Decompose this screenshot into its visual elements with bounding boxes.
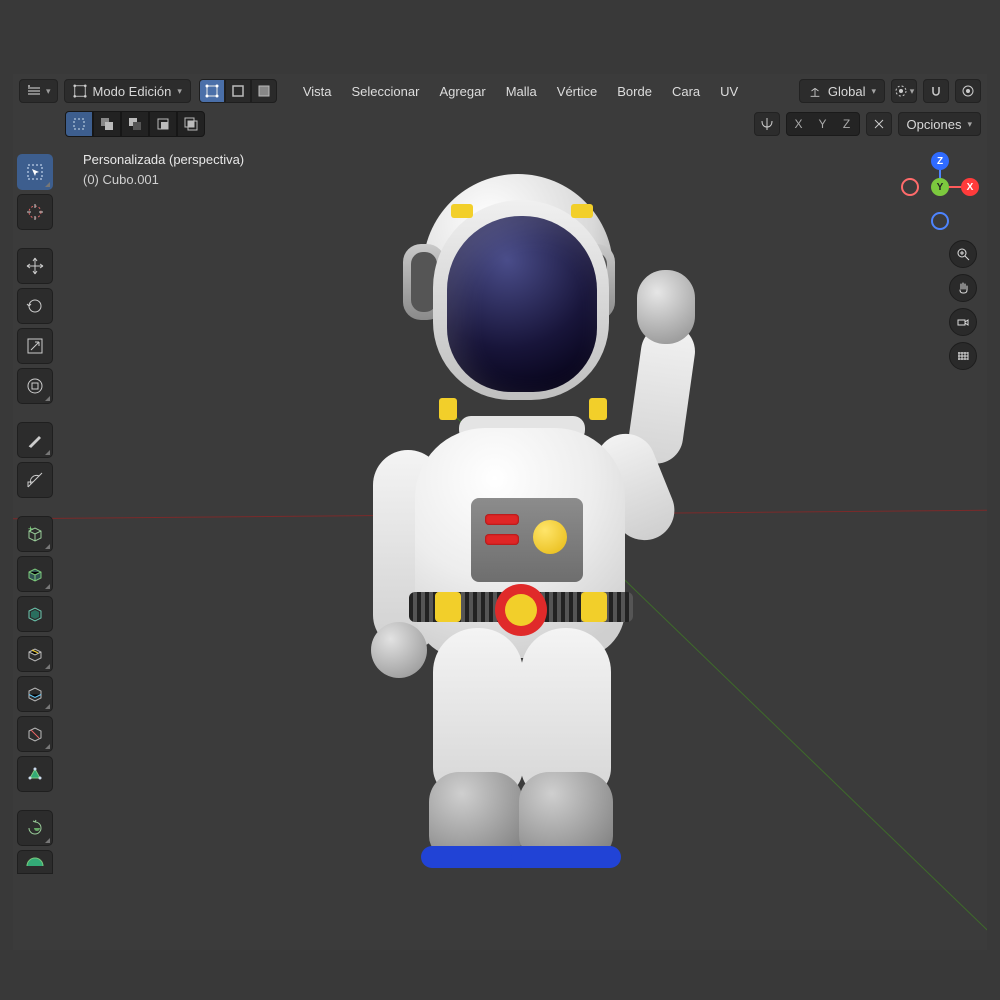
symmetry-z[interactable]: Z (835, 113, 859, 135)
gizmo-axis-neg-z[interactable] (931, 212, 949, 230)
select-tool-modes (65, 111, 205, 137)
select-invert-icon[interactable] (149, 111, 177, 137)
select-mode-edge[interactable] (225, 79, 251, 103)
3d-viewport-area: ▾ Modo Edición ▾ Vista Seleccionar Agreg… (13, 74, 987, 950)
gizmo-axis-y[interactable]: Y (931, 178, 949, 196)
editor-type-button[interactable]: ▾ (19, 79, 58, 103)
menu-vertex[interactable]: Vértice (547, 80, 607, 103)
menu-uv[interactable]: UV (710, 80, 748, 103)
tool-poly-build[interactable] (17, 756, 53, 792)
chest-panel (471, 498, 583, 582)
options-dropdown[interactable]: Opciones ▾ (898, 112, 981, 136)
mesh-symmetry-axes: X Y Z (786, 112, 860, 136)
auto-merge-icon[interactable] (866, 112, 892, 136)
tool-smooth[interactable] (17, 850, 53, 874)
window-top-band (0, 0, 1000, 74)
viewport-menu: Vista Seleccionar Agregar Malla Vértice … (293, 80, 748, 103)
perspective-toggle-icon[interactable] (949, 342, 977, 370)
viewport-header: ▾ Modo Edición ▾ Vista Seleccionar Agreg… (13, 74, 987, 108)
scene-object-astronaut[interactable] (313, 174, 713, 884)
orientation-label: Global (828, 84, 866, 99)
options-label: Opciones (907, 117, 962, 132)
viewport[interactable] (13, 74, 987, 950)
select-new-icon[interactable] (65, 111, 93, 137)
mesh-symmetry-icon[interactable] (754, 112, 780, 136)
pan-icon[interactable] (949, 274, 977, 302)
menu-edge[interactable]: Borde (607, 80, 662, 103)
tool-select-box[interactable] (17, 154, 53, 190)
tool-measure[interactable] (17, 462, 53, 498)
tool-spin[interactable] (17, 810, 53, 846)
snap-toggle[interactable] (923, 79, 949, 103)
select-mode-vertex[interactable] (199, 79, 225, 103)
tool-annotate[interactable] (17, 422, 53, 458)
view-name: Personalizada (perspectiva) (83, 150, 244, 170)
symmetry-x[interactable]: X (787, 113, 811, 135)
select-mode-face[interactable] (251, 79, 277, 103)
gizmo-axis-z[interactable]: Z (931, 152, 949, 170)
tool-bevel[interactable] (17, 636, 53, 672)
tool-add-cube[interactable]: + (17, 516, 53, 552)
tool-extrude-region[interactable] (17, 556, 53, 592)
tool-knife[interactable] (17, 716, 53, 752)
svg-text:+: + (28, 524, 33, 534)
menu-select[interactable]: Seleccionar (342, 80, 430, 103)
viewport-info: Personalizada (perspectiva) (0) Cubo.001 (83, 150, 244, 190)
menu-view[interactable]: Vista (293, 80, 342, 103)
gizmo-axis-x[interactable]: X (961, 178, 979, 196)
tool-inset-faces[interactable] (17, 596, 53, 632)
menu-face[interactable]: Cara (662, 80, 710, 103)
tool-transform[interactable] (17, 368, 53, 404)
select-extend-icon[interactable] (93, 111, 121, 137)
menu-mesh[interactable]: Malla (496, 80, 547, 103)
active-object-name: (0) Cubo.001 (83, 170, 244, 190)
camera-view-icon[interactable] (949, 308, 977, 336)
tool-rotate[interactable] (17, 288, 53, 324)
app-frame: ▾ Modo Edición ▾ Vista Seleccionar Agreg… (0, 0, 1000, 1000)
viewport-header-row2: X Y Z Opciones ▾ (13, 108, 987, 140)
window-bottom-band (0, 950, 1000, 1000)
zoom-icon[interactable] (949, 240, 977, 268)
proportional-edit-toggle[interactable] (955, 79, 981, 103)
mode-label: Modo Edición (93, 84, 172, 99)
viewport-nav-gizmo[interactable]: Z Y X (901, 152, 979, 230)
tool-cursor[interactable] (17, 194, 53, 230)
tool-scale[interactable] (17, 328, 53, 364)
transform-orientation-dropdown[interactable]: Global ▾ (799, 79, 885, 103)
tool-loop-cut[interactable] (17, 676, 53, 712)
viewport-nav-buttons (949, 240, 979, 370)
tool-move[interactable] (17, 248, 53, 284)
select-intersect-icon[interactable] (177, 111, 205, 137)
symmetry-y[interactable]: Y (811, 113, 835, 135)
mode-dropdown[interactable]: Modo Edición ▾ (64, 79, 191, 103)
select-subtract-icon[interactable] (121, 111, 149, 137)
pivot-point-button[interactable]: ▾ (891, 79, 917, 103)
mesh-select-mode (199, 79, 277, 103)
menu-add[interactable]: Agregar (429, 80, 495, 103)
tool-shelf: + (17, 154, 57, 874)
gizmo-axis-neg-x[interactable] (901, 178, 919, 196)
